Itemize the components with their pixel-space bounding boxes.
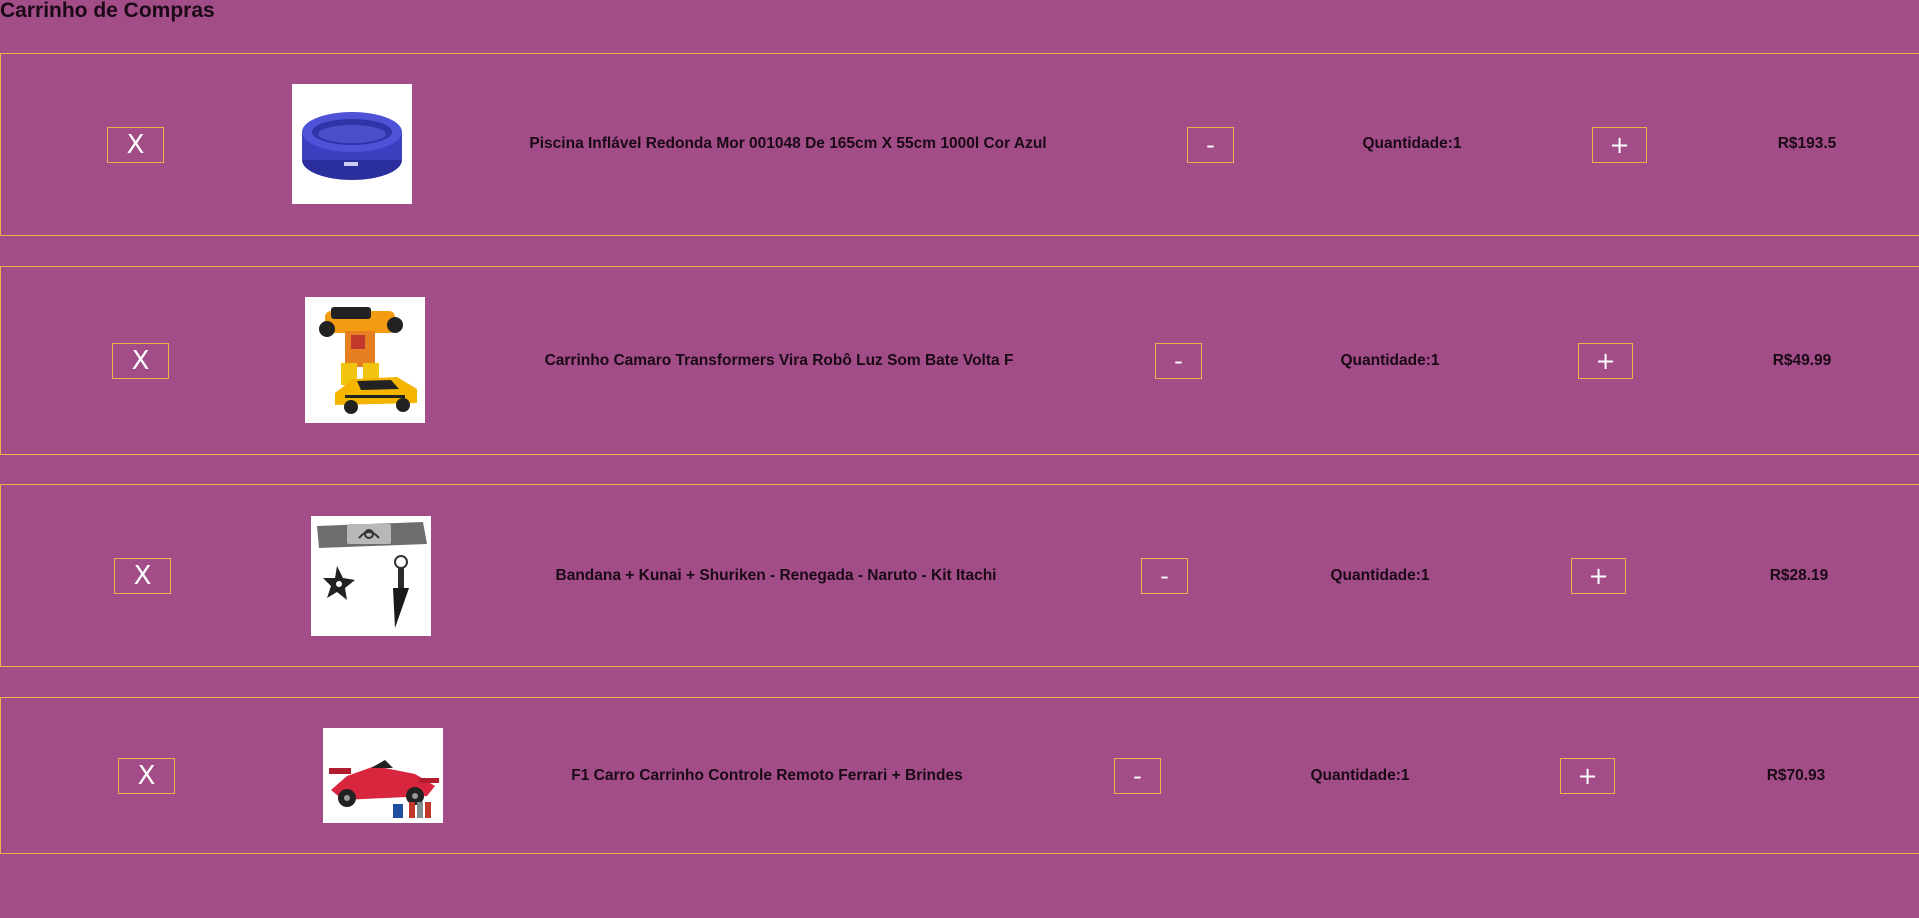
product-name: Piscina Inflável Redonda Mor 001048 De 1… [529,135,1047,152]
quantity-text: Quantidade:1 [1330,567,1430,584]
item-price: R$49.99 [1772,352,1832,369]
remove-item-button[interactable]: X [114,558,171,594]
decrease-quantity-button[interactable]: - [1141,558,1188,594]
increase-quantity-button[interactable]: + [1571,558,1626,594]
inflatable-pool-image [292,84,412,204]
decrease-quantity-button[interactable]: - [1155,343,1202,379]
naruto-kit-image [311,516,431,636]
cart-item: X Carrinho Camaro Transformers Vira Robô… [0,266,1919,455]
increase-quantity-button[interactable]: + [1578,343,1633,379]
product-name: Carrinho Camaro Transformers Vira Robô L… [544,352,1014,369]
item-price: R$28.19 [1769,567,1829,584]
decrease-quantity-button[interactable]: - [1114,758,1161,794]
decrease-quantity-button[interactable]: - [1187,127,1234,163]
cart-item: X Piscina Inflável Redonda Mor 001048 De… [0,53,1919,236]
transformer-car-image [305,297,425,423]
increase-quantity-button[interactable]: + [1592,127,1647,163]
increase-quantity-button[interactable]: + [1560,758,1615,794]
cart-item: X F1 Carro Carrinho Controle Remoto Ferr… [0,697,1919,854]
quantity-text: Quantidade:1 [1310,767,1410,784]
product-name: F1 Carro Carrinho Controle Remoto Ferrar… [571,767,963,784]
quantity-text: Quantidade:1 [1362,135,1462,152]
quantity-text: Quantidade:1 [1340,352,1440,369]
cart-item: X Bandana + Kunai + Shuriken - Renegada … [0,484,1919,667]
remove-item-button[interactable]: X [118,758,175,794]
item-price: R$193.5 [1777,135,1837,152]
product-name: Bandana + Kunai + Shuriken - Renegada - … [555,567,997,584]
f1-ferrari-car-image [323,728,443,823]
item-price: R$70.93 [1766,767,1826,784]
page-title: Carrinho de Compras [0,0,215,22]
remove-item-button[interactable]: X [112,343,169,379]
remove-item-button[interactable]: X [107,127,164,163]
